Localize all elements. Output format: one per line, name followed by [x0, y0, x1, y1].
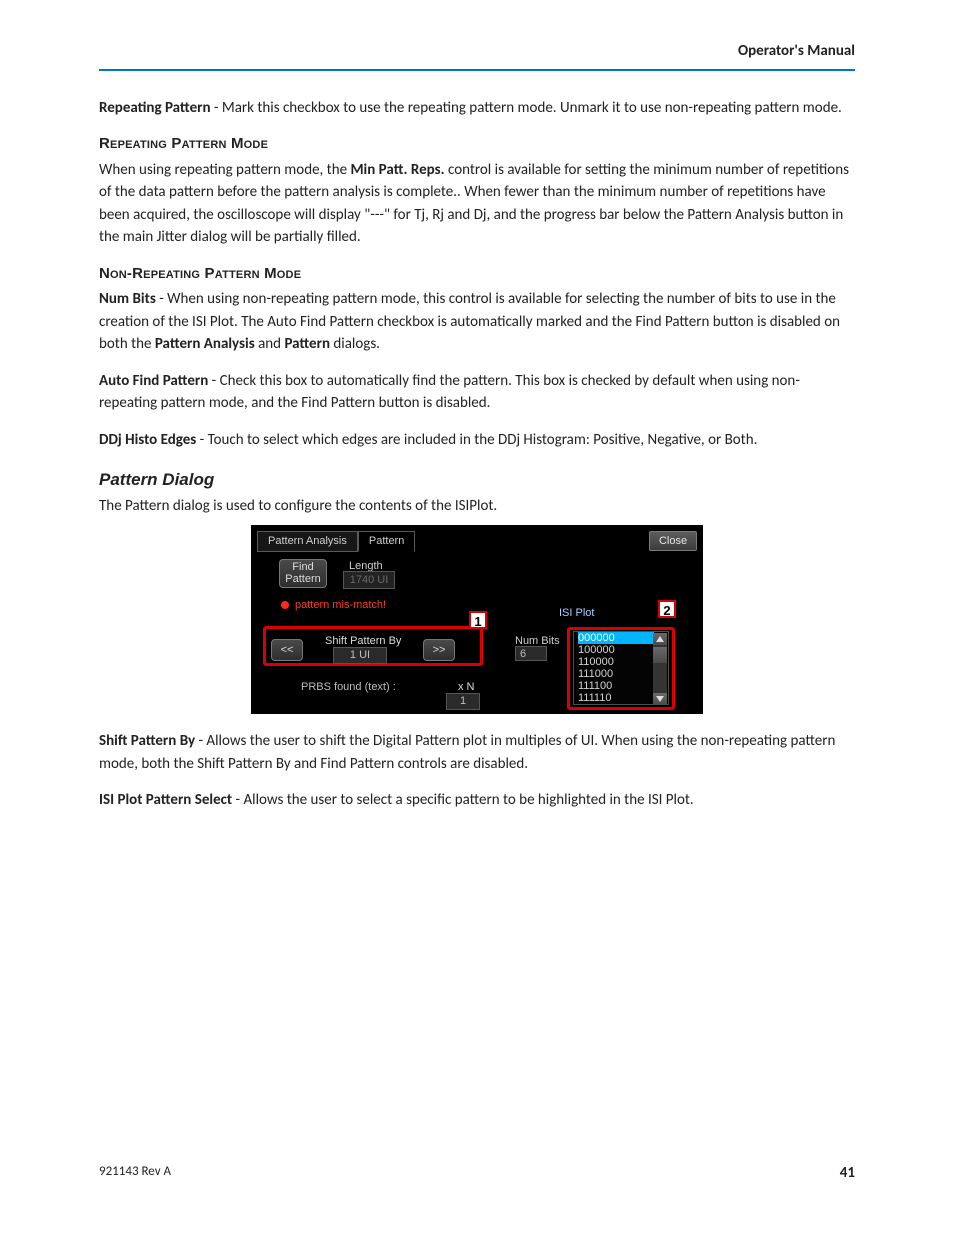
term-min-patt-reps: Min Patt. Reps.: [350, 161, 444, 179]
length-field[interactable]: 1740 UI: [343, 571, 395, 589]
text: When using repeating pattern mode, the: [99, 161, 350, 179]
callout-marker-1: 1: [469, 611, 487, 629]
term-shift-pattern-by: Shift Pattern By: [99, 732, 195, 750]
text: Find: [292, 561, 313, 573]
footer-page-number: 41: [840, 1162, 855, 1185]
text: - Allows the user to shift the Digital P…: [99, 732, 835, 773]
term-pattern-analysis: Pattern Analysis: [155, 335, 255, 353]
text: - Touch to select which edges are includ…: [196, 431, 757, 449]
term-ddj-histo-edges: DDj Histo Edges: [99, 431, 196, 449]
error-dot-icon: [281, 601, 289, 609]
text: dialogs.: [330, 335, 380, 353]
shift-pattern-by-field[interactable]: 1 UI: [333, 647, 387, 664]
para-repeating-pattern: Repeating Pattern - Mark this checkbox t…: [99, 97, 855, 120]
isi-pattern-listbox[interactable]: 000000 100000 110000 111000 111100 11111…: [573, 631, 669, 705]
heading-repeating-pattern-mode: Repeating Pattern Mode: [99, 133, 855, 156]
list-item[interactable]: 111110: [578, 692, 654, 704]
list-item[interactable]: 110000: [578, 656, 654, 668]
para-ddj-histo-edges: DDj Histo Edges - Touch to select which …: [99, 429, 855, 452]
text: - Allows the user to select a specific p…: [232, 791, 694, 809]
footer-revision: 921143 Rev A: [99, 1162, 171, 1185]
text: - Mark this checkbox to use the repeatin…: [211, 99, 842, 117]
heading-pattern-dialog: Pattern Dialog: [99, 467, 855, 493]
callout-marker-2: 2: [658, 600, 676, 618]
figure-pattern-dialog: Pattern Analysis Pattern Close Find Patt…: [251, 525, 703, 714]
text: pattern mis-match!: [295, 599, 386, 611]
shift-left-button[interactable]: <<: [271, 639, 303, 661]
scrollbar[interactable]: [653, 633, 667, 705]
list-item[interactable]: 000000: [578, 632, 654, 644]
pattern-mismatch-indicator: pattern mis-match!: [281, 597, 386, 614]
tab-pattern-analysis[interactable]: Pattern Analysis: [257, 531, 358, 552]
isi-plot-label: ISI Plot: [559, 605, 594, 622]
prbs-found-label: PRBS found (text) :: [301, 679, 396, 696]
para-isi-plot-pattern-select: ISI Plot Pattern Select - Allows the use…: [99, 789, 855, 812]
tab-pattern[interactable]: Pattern: [358, 531, 415, 552]
page-footer: 921143 Rev A 41: [99, 1162, 855, 1185]
text: Pattern: [285, 573, 320, 585]
scroll-up-icon[interactable]: [653, 633, 667, 645]
page-header-title: Operator's Manual: [99, 40, 855, 69]
text: and: [255, 335, 285, 353]
list-item[interactable]: 100000: [578, 644, 654, 656]
close-button[interactable]: Close: [649, 531, 697, 551]
find-pattern-button[interactable]: Find Pattern: [279, 559, 327, 588]
para-num-bits: Num Bits - When using non-repeating patt…: [99, 288, 855, 356]
para-shift-pattern-by: Shift Pattern By - Allows the user to sh…: [99, 730, 855, 775]
term-repeating-pattern: Repeating Pattern: [99, 99, 211, 117]
term-isi-plot-pattern-select: ISI Plot Pattern Select: [99, 791, 232, 809]
listbox-items: 000000 100000 110000 111000 111100 11111…: [578, 632, 654, 704]
para-auto-find-pattern: Auto Find Pattern - Check this box to au…: [99, 370, 855, 415]
para-repeating-mode: When using repeating pattern mode, the M…: [99, 159, 855, 249]
term-pattern: Pattern: [284, 335, 330, 353]
list-item[interactable]: 111100: [578, 680, 654, 692]
num-bits-field[interactable]: 6: [515, 646, 547, 661]
term-num-bits: Num Bits: [99, 290, 156, 308]
term-auto-find-pattern: Auto Find Pattern: [99, 372, 208, 390]
scroll-down-icon[interactable]: [653, 693, 667, 705]
xn-field[interactable]: 1: [446, 693, 480, 710]
shift-right-button[interactable]: >>: [423, 639, 455, 661]
header-rule: [99, 69, 855, 71]
scroll-thumb[interactable]: [653, 647, 667, 663]
heading-non-repeating-pattern-mode: Non-Repeating Pattern Mode: [99, 263, 855, 286]
tab-bar: Pattern Analysis Pattern: [257, 531, 415, 552]
list-item[interactable]: 111000: [578, 668, 654, 680]
para-pattern-dialog-desc: The Pattern dialog is used to configure …: [99, 495, 855, 518]
